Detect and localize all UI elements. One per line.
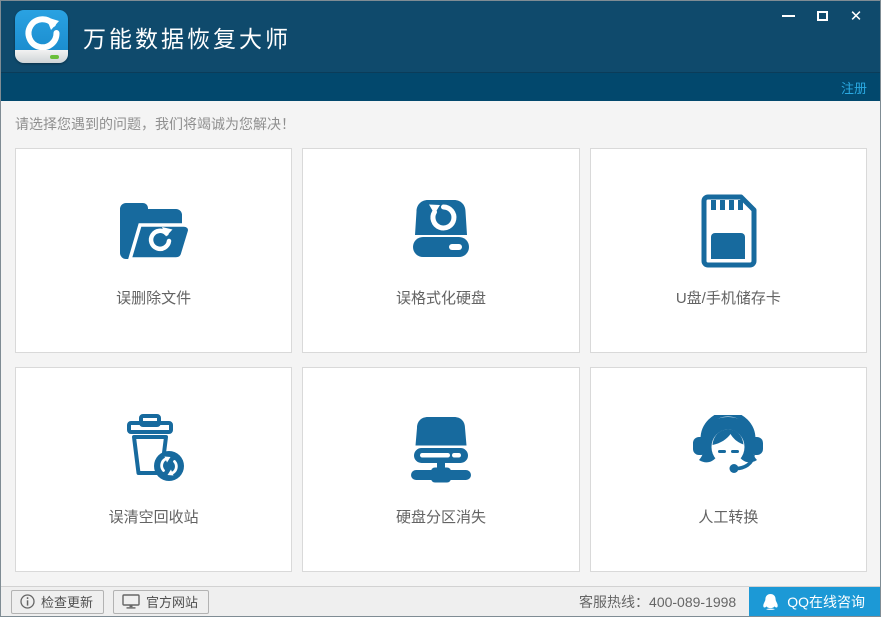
app-logo-icon [15, 10, 68, 63]
menubar: 注册 [1, 72, 880, 101]
folder-restore-icon [109, 191, 199, 271]
card-label: 人工转换 [698, 506, 758, 527]
card-lost-partition[interactable]: 硬盘分区消失 [302, 367, 579, 572]
check-update-label: 检查更新 [41, 592, 93, 611]
partition-lost-icon [396, 410, 486, 490]
card-deleted-files[interactable]: 误删除文件 [15, 148, 292, 353]
app-window: 万能数据恢复大师 ✕ 注册 请选择您遇到的问题，我们将竭诚为您解决！ [0, 0, 881, 617]
official-site-label: 官方网站 [146, 592, 198, 611]
card-label: 误格式化硬盘 [396, 287, 486, 308]
card-label: 误清空回收站 [109, 506, 199, 527]
qq-consult-label: QQ在线咨询 [787, 592, 865, 612]
maximize-button[interactable] [808, 6, 836, 26]
card-recycle-bin[interactable]: 误清空回收站 [15, 367, 292, 572]
titlebar: 万能数据恢复大师 ✕ [1, 1, 880, 72]
minimize-button[interactable] [774, 6, 802, 26]
qq-consult-button[interactable]: QQ在线咨询 [749, 587, 880, 616]
minimize-icon [782, 15, 795, 17]
window-controls: ✕ [774, 6, 870, 26]
support-agent-icon [683, 410, 773, 490]
logo-led [50, 55, 59, 59]
instruction-text: 请选择您遇到的问题，我们将竭诚为您解决！ [1, 101, 880, 134]
card-label: 误删除文件 [116, 287, 191, 308]
card-label: 硬盘分区消失 [396, 506, 486, 527]
statusbar: 检查更新 官方网站 客服热线：400-089-1998 QQ在线咨询 [1, 586, 880, 616]
card-memory-card[interactable]: U盘/手机储存卡 [590, 148, 867, 353]
maximize-icon [817, 11, 828, 21]
trash-restore-icon [109, 410, 199, 490]
card-grid: 误删除文件 误格式化硬盘 [15, 148, 867, 572]
app-title: 万能数据恢复大师 [83, 20, 291, 54]
card-human-support[interactable]: 人工转换 [590, 367, 867, 572]
info-icon [20, 594, 35, 609]
logo-drive-base [15, 50, 68, 63]
close-button[interactable]: ✕ [842, 6, 870, 26]
register-link[interactable]: 注册 [841, 78, 867, 97]
check-update-button[interactable]: 检查更新 [11, 590, 104, 614]
monitor-icon [122, 594, 140, 609]
card-formatted-drive[interactable]: 误格式化硬盘 [302, 148, 579, 353]
hotline-text: 客服热线：400-089-1998 [579, 592, 736, 612]
main-area: 请选择您遇到的问题，我们将竭诚为您解决！ 误删除文件 [1, 101, 880, 586]
drive-restore-icon [396, 191, 486, 271]
sd-card-icon [683, 191, 773, 271]
qq-penguin-icon [762, 593, 779, 611]
card-label: U盘/手机储存卡 [676, 287, 781, 308]
close-icon: ✕ [850, 9, 863, 24]
official-site-button[interactable]: 官方网站 [113, 590, 209, 614]
